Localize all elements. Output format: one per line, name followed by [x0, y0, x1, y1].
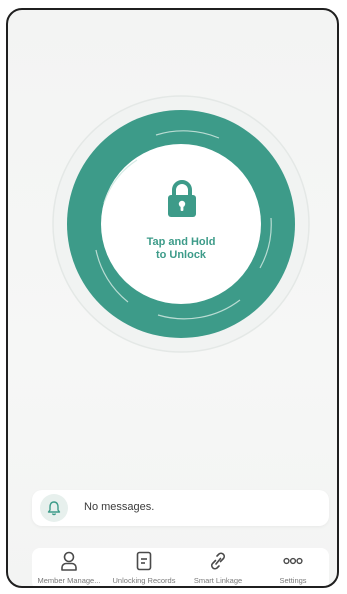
link-icon — [211, 552, 225, 570]
unlock-label-line2: to Unlock — [155, 249, 207, 261]
nav-label-settings: Settings — [279, 576, 307, 585]
nav-label-linkage: Smart Linkage — [193, 576, 243, 585]
unlock-area: Tap and Hold to Unlock — [8, 10, 337, 430]
unlock-label-line1: Tap and Hold — [146, 236, 216, 248]
lock-icon — [168, 180, 196, 217]
message-text: No messages. — [84, 501, 155, 513]
unlock-label: Tap and Hold to Unlock — [111, 236, 251, 262]
unlock-ring — [52, 95, 310, 353]
nav-member-management[interactable]: Member Manage... — [30, 548, 108, 586]
records-icon — [136, 551, 152, 571]
nav-label-records: Unlocking Records — [112, 576, 176, 585]
bell-icon — [47, 501, 61, 516]
unlock-button[interactable] — [101, 144, 261, 304]
nav-unlocking-records[interactable]: Unlocking Records — [105, 548, 183, 586]
nav-settings[interactable]: Settings — [254, 548, 332, 586]
more-dots-icon — [283, 557, 303, 565]
app-screen: Tap and Hold to Unlock No messages. Memb… — [6, 8, 339, 588]
nav-label-member: Member Manage... — [37, 576, 101, 585]
message-bar[interactable]: No messages. — [32, 490, 329, 526]
person-icon — [61, 551, 77, 571]
bell-badge — [40, 494, 68, 522]
nav-smart-linkage[interactable]: Smart Linkage — [179, 548, 257, 586]
bottom-nav: Member Manage... Unlocking Records Smart… — [30, 548, 332, 586]
